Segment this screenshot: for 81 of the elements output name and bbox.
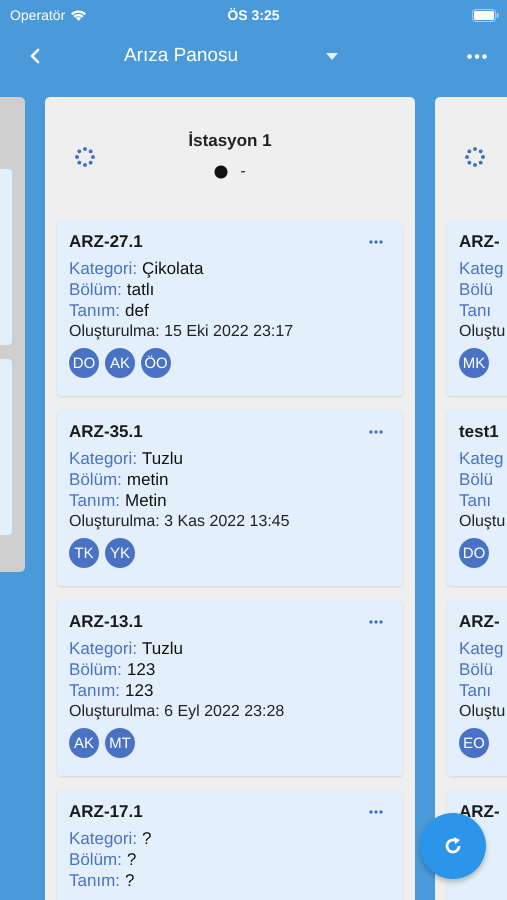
field-value: def xyxy=(125,300,149,321)
fault-card[interactable]: test1 Kateg Bölü Tanı Oluştu DO xyxy=(447,410,507,586)
fault-card[interactable]: ARZ-13.1 Kategori: Tuzlu Bölüm: 123 Tanım: 123 Oluşturulma: 6 Eyl 2022 23:28 AK MT xyxy=(57,600,403,776)
field-label: Kategori: xyxy=(69,828,138,849)
more-icon[interactable] xyxy=(467,54,487,58)
card-title: ARZ-27.1 xyxy=(69,232,143,252)
card-title: test1 xyxy=(459,422,499,442)
status-dot xyxy=(214,165,228,179)
created-date: Oluşturulma: 15 Eki 2022 23:17 xyxy=(69,322,294,342)
board-title: Arıza Panosu xyxy=(124,45,238,67)
more-icon[interactable] xyxy=(369,620,383,624)
field-label: Bölü xyxy=(459,659,494,680)
field-label: Tanım: xyxy=(69,870,120,891)
user-avatar: YK xyxy=(105,538,135,568)
battery-icon xyxy=(472,8,499,22)
card-title: ARZ-35.1 xyxy=(69,422,143,442)
field-label: Bölüm: xyxy=(69,849,122,870)
more-icon[interactable] xyxy=(369,430,383,434)
user-avatar: TK xyxy=(69,538,99,568)
field-value: ? xyxy=(126,849,136,870)
created-date: Oluştu xyxy=(459,512,506,532)
spinner-icon xyxy=(74,146,96,168)
user-avatar: AK xyxy=(105,348,135,378)
card-title: ARZ-13.1 xyxy=(69,612,143,632)
field-label: Kateg xyxy=(459,258,504,279)
field-label: Bölü xyxy=(459,279,494,300)
field-label: Tanı xyxy=(459,680,492,701)
card-title: ARZ- xyxy=(459,232,500,252)
field-label: Tanım: xyxy=(69,300,120,321)
user-avatar: MT xyxy=(105,728,135,758)
created-date: Oluştu xyxy=(459,322,506,342)
created-date: Oluşturulma: 3 Kas 2022 13:45 xyxy=(69,512,291,532)
more-icon[interactable] xyxy=(369,810,383,814)
card-title: ARZ- xyxy=(459,802,500,822)
field-value: Tuzlu xyxy=(142,638,183,659)
field-label: Tanı xyxy=(459,300,492,321)
status-text: - xyxy=(240,163,246,181)
fault-card[interactable]: ARZ- Kateg Bölü Tanı Oluştu MK xyxy=(447,220,507,396)
user-avatar: ÖO xyxy=(141,348,171,378)
field-label: Kateg xyxy=(459,638,504,659)
user-avatar: MK xyxy=(459,348,489,378)
user-avatar: DO xyxy=(69,348,99,378)
wifi-icon xyxy=(70,9,88,21)
fault-card[interactable]: ARZ-35.1 Kategori: Tuzlu Bölüm: metin Tanım: Metin Oluşturulma: 3 Kas 2022 13:45 TK YK xyxy=(57,410,403,586)
created-date: Oluştu xyxy=(459,702,506,722)
field-value: ? xyxy=(142,828,152,849)
field-label: Tanım: xyxy=(69,490,120,511)
field-label: Bölüm: xyxy=(69,279,122,300)
clock-time: ÖS 3:25 xyxy=(227,7,280,23)
more-icon[interactable] xyxy=(369,240,383,244)
field-label: Kategori: xyxy=(69,638,138,659)
user-avatar: EO xyxy=(459,728,489,758)
spinner-icon xyxy=(464,146,486,168)
field-value: tatlı xyxy=(126,279,154,300)
field-value: metin xyxy=(126,469,168,490)
back-icon xyxy=(30,48,40,64)
field-value: 123 xyxy=(125,680,154,701)
field-label: Kateg xyxy=(459,448,504,469)
field-label: Bölüm: xyxy=(69,659,122,680)
field-label: Bölüm: xyxy=(69,469,122,490)
field-label: Tanım: xyxy=(69,680,120,701)
carrier-name: Operatör xyxy=(10,7,66,23)
field-label: Kategori: xyxy=(69,258,138,279)
user-avatar: DO xyxy=(459,538,489,568)
card-title: ARZ- xyxy=(459,612,500,632)
field-value: Metin xyxy=(125,490,167,511)
field-label: Bölü xyxy=(459,469,494,490)
field-label: Kategori: xyxy=(69,448,138,469)
fault-card[interactable]: ARZ-27.1 Kategori: Çikolata Bölüm: tatlı Tanım: def Oluşturulma: 15 Eki 2022 23:17 DO AK ÖO xyxy=(57,220,403,396)
created-date: Oluşturulma: 6 Eyl 2022 23:28 xyxy=(69,702,286,722)
fault-card[interactable]: ARZ-17.1 Kategori: ? Bölüm: ? Tanım: ? xyxy=(57,790,403,900)
field-label: Tanı xyxy=(459,490,492,511)
user-avatar: AK xyxy=(69,728,99,758)
field-value: Tuzlu xyxy=(142,448,183,469)
column-title: İstasyon 1 xyxy=(188,131,272,151)
dropdown-caret-icon[interactable] xyxy=(326,52,338,60)
fault-card[interactable]: ARZ- Kateg Bölü Tanı Oluştu EO xyxy=(447,600,507,776)
field-value: Çikolata xyxy=(142,258,204,279)
field-value: ? xyxy=(125,870,134,891)
card-title: ARZ-17.1 xyxy=(69,802,143,822)
field-value: 123 xyxy=(126,659,156,680)
